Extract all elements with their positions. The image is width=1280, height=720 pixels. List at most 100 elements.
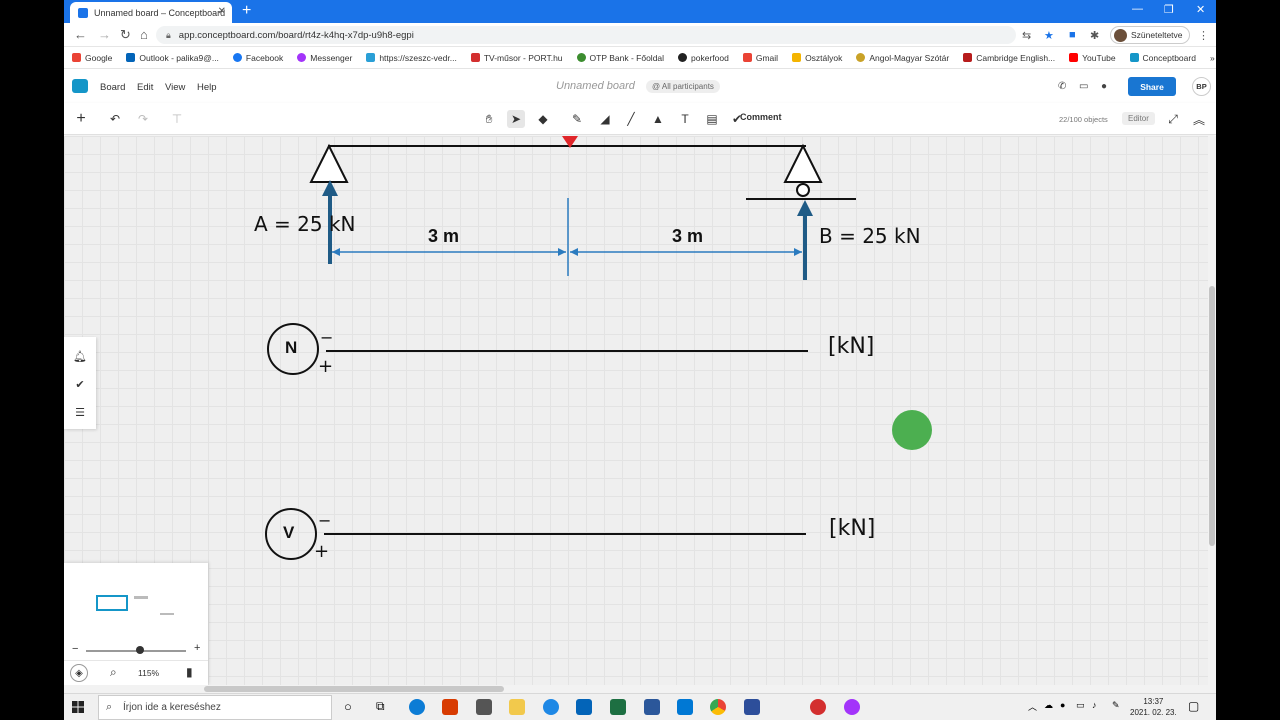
sticky-note-icon[interactable]: ▤ (703, 110, 721, 128)
chat-icon[interactable]: ● (1101, 81, 1107, 92)
participants-badge[interactable]: @ All participants (646, 80, 720, 93)
taskbar-clock[interactable]: 13:37 2021. 02. 23. (1130, 696, 1177, 718)
collapse-toolbar-icon[interactable]: ︽ (1190, 110, 1208, 128)
tray-chevron-icon[interactable]: ︿ (1028, 700, 1037, 713)
eraser-icon[interactable]: ◆ (534, 110, 552, 128)
excel-icon[interactable] (610, 699, 626, 715)
redo-icon[interactable]: ↷ (134, 110, 152, 128)
mouse-mode-icon[interactable]: ▮ (186, 665, 193, 679)
extensions-puzzle-icon[interactable]: ✱ (1090, 29, 1099, 42)
network-icon[interactable]: ▭ (1076, 700, 1085, 711)
shapes-tool-icon[interactable]: ▲ (649, 110, 667, 128)
record-app-icon[interactable] (810, 699, 826, 715)
outlook-app-icon[interactable] (576, 699, 592, 715)
undo-icon[interactable]: ↶ (106, 110, 124, 128)
zoom-level[interactable]: 115% (138, 668, 159, 678)
bookmark-item[interactable]: Google (72, 53, 112, 63)
bookmark-item[interactable]: Angol-Magyar Szótár (856, 53, 949, 63)
bookmark-item[interactable]: https://szeszc-vedr... (366, 53, 457, 63)
bookmark-item[interactable]: TV-műsor - PORT.hu (470, 53, 563, 63)
bookmark-item[interactable]: OTP Bank - Főoldal (576, 53, 664, 63)
word-icon[interactable] (644, 699, 660, 715)
back-icon[interactable]: ← (74, 27, 87, 42)
volume-icon[interactable]: ♪ (1092, 700, 1097, 710)
horizontal-scroll-thumb[interactable] (204, 686, 504, 692)
zoom-magnifier-icon[interactable]: ⌕ (110, 665, 117, 680)
conceptboard-logo-icon[interactable] (72, 79, 88, 93)
cortana-icon[interactable]: ○ (344, 699, 352, 714)
bookmark-item[interactable]: pokerfood (678, 53, 729, 63)
bookmark-star-icon[interactable]: ★ (1044, 29, 1054, 42)
zoom-out-minus-icon[interactable]: − (72, 643, 78, 655)
notifications-bell-icon[interactable]: 🔔︎ (73, 349, 87, 363)
close-window-icon[interactable]: ✕ (1196, 3, 1205, 16)
screen-share-icon[interactable]: ▭ (1079, 81, 1088, 92)
board-title[interactable]: Unnamed board (556, 80, 635, 92)
vertical-scroll-thumb[interactable] (1209, 286, 1215, 546)
bookmark-item[interactable]: Facebook (232, 53, 283, 63)
store-icon[interactable] (476, 699, 492, 715)
profile-chip[interactable]: Szüneteltetve (1110, 26, 1190, 44)
mail-icon[interactable] (677, 699, 693, 715)
url-field[interactable]: 🔒︎ app.conceptboard.com/board/rt4z-k4hq-… (156, 26, 1016, 44)
share-button[interactable]: Share (1128, 77, 1176, 96)
more-bookmarks-icon[interactable]: » (1210, 53, 1215, 63)
bookmark-item[interactable]: Outlook - palika9@... (126, 53, 219, 63)
teamviewer-icon[interactable] (543, 699, 559, 715)
home-icon[interactable]: ⌂ (140, 27, 148, 42)
bookmark-item[interactable]: YouTube (1069, 53, 1116, 63)
horizontal-scrollbar[interactable] (64, 685, 1216, 693)
minimap-panel[interactable]: − + ◈ ⌕ 115% ▮ (64, 563, 208, 685)
bookmark-item[interactable]: Gmail (742, 53, 778, 63)
hand-tool-icon[interactable]: ✋︎ (480, 110, 498, 128)
bookmark-item[interactable]: Cambridge English... (963, 53, 1055, 63)
save-disk-icon[interactable] (744, 699, 760, 715)
browser-tab[interactable]: Unnamed board – Conceptboard ✕ (70, 2, 232, 23)
restore-icon[interactable]: ❐ (1164, 3, 1174, 16)
text-tool-icon[interactable]: T (676, 110, 694, 128)
minimize-icon[interactable]: — (1132, 3, 1143, 15)
highlighter-icon[interactable]: ◢ (596, 110, 614, 128)
compass-icon[interactable]: ◈ (70, 664, 88, 682)
line-tool-icon[interactable]: ╱ (622, 110, 640, 128)
windows-start-icon[interactable] (72, 701, 84, 713)
list-icon[interactable]: ☰ (73, 405, 87, 419)
vertical-scrollbar[interactable] (1208, 136, 1216, 685)
chrome-menu-icon[interactable]: ⋮ (1198, 29, 1209, 42)
menu-help[interactable]: Help (197, 82, 217, 93)
menu-edit[interactable]: Edit (137, 82, 153, 93)
phone-icon[interactable]: ✆ (1058, 81, 1066, 92)
select-tool-icon[interactable]: ➤ (507, 110, 525, 128)
translate-icon[interactable]: ⇆ (1022, 29, 1031, 42)
onedrive-icon[interactable]: ☁ (1044, 700, 1053, 711)
office-icon[interactable] (442, 699, 458, 715)
menu-view[interactable]: View (165, 82, 185, 93)
notification-center-icon[interactable]: ▢ (1188, 699, 1199, 713)
new-tab-button[interactable]: + (242, 2, 251, 20)
comment-button[interactable]: Comment (740, 112, 782, 122)
add-icon[interactable]: + (72, 110, 90, 128)
edge-icon[interactable] (409, 699, 425, 715)
bookmark-item[interactable]: Conceptboard (1129, 53, 1196, 63)
task-view-icon[interactable]: ⧉ (376, 699, 385, 714)
tasks-check-icon[interactable]: ✔ (73, 377, 87, 391)
chrome-icon[interactable] (710, 699, 726, 715)
format-painter-icon[interactable]: ⊤ (168, 110, 186, 128)
pen-workspace-icon[interactable]: ✎ (1112, 700, 1120, 711)
menu-board[interactable]: Board (100, 82, 125, 93)
bookmark-item[interactable]: Osztályok (792, 53, 842, 63)
file-explorer-icon[interactable] (509, 699, 525, 715)
board-canvas[interactable]: A = 25 kN B = 25 kN 3 m 3 m N − + [kN] V… (64, 136, 1208, 685)
forward-icon[interactable]: → (98, 27, 111, 42)
pen-tool-icon[interactable]: ✎ (568, 110, 586, 128)
messenger-app-icon[interactable] (844, 699, 860, 715)
zoom-slider-handle[interactable] (136, 646, 144, 654)
microphone-icon[interactable]: ● (1060, 700, 1065, 710)
taskbar-search-input[interactable]: ⌕ Írjon ide a kereséshez (98, 695, 332, 720)
user-avatar[interactable]: BP (1192, 77, 1211, 96)
extension-t-icon[interactable]: ■ (1069, 29, 1076, 41)
minimap-viewport[interactable] (96, 595, 128, 611)
zoom-in-plus-icon[interactable]: + (194, 642, 200, 654)
bookmark-item[interactable]: Messenger (297, 53, 352, 63)
reload-icon[interactable]: ↻ (120, 27, 131, 43)
